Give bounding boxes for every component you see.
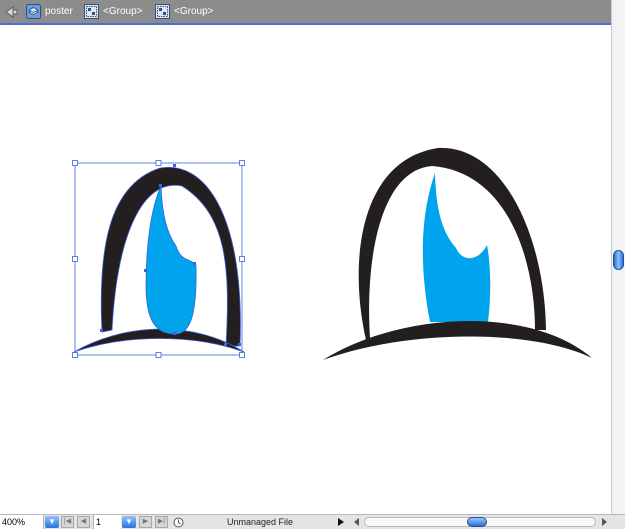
iris-shape[interactable]	[145, 185, 197, 335]
zoom-level-field[interactable]: 400%	[0, 515, 44, 529]
breadcrumb-item-group[interactable]: <Group>	[155, 0, 213, 23]
eye-lid-shape[interactable]	[323, 321, 592, 360]
vertical-scrollbar[interactable]	[611, 0, 625, 514]
breadcrumb: poster <Group> <Group>	[0, 0, 611, 25]
status-text[interactable]: Unmanaged File	[190, 515, 330, 529]
breadcrumb-item-poster[interactable]: poster	[26, 0, 73, 23]
first-page-icon: |◀	[63, 518, 72, 525]
chevron-down-icon: ▼	[48, 517, 56, 526]
previous-page-icon: ◀	[80, 518, 87, 525]
scroll-right-icon[interactable]	[600, 518, 608, 526]
horizontal-scrollbar[interactable]	[352, 515, 611, 529]
layer-stack-icon	[26, 4, 41, 19]
vertical-scroll-thumb[interactable]	[613, 250, 624, 270]
first-artboard-button[interactable]: |◀	[61, 516, 74, 528]
iris-shape[interactable]	[422, 173, 491, 322]
artboard-dropdown-button[interactable]: ▼	[122, 516, 136, 528]
selected-eye-artwork[interactable]	[72, 160, 245, 358]
breadcrumb-label: poster	[45, 6, 73, 17]
status-menu-arrow-icon[interactable]	[337, 517, 345, 527]
breadcrumb-item-group[interactable]: <Group>	[84, 0, 142, 23]
next-page-icon: ▶	[142, 518, 149, 525]
chevron-down-icon: ▼	[125, 517, 133, 526]
zoom-dropdown-button[interactable]: ▼	[45, 516, 59, 528]
last-page-icon: ▶|	[157, 518, 166, 525]
eye-lid-shape[interactable]	[73, 328, 245, 353]
group-icon	[84, 4, 99, 19]
back-arrow-icon[interactable]	[4, 5, 18, 19]
breadcrumb-label: <Group>	[174, 6, 214, 17]
last-artboard-button[interactable]: ▶|	[155, 516, 168, 528]
next-artboard-button[interactable]: ▶	[139, 516, 152, 528]
version-cue-icon[interactable]	[173, 517, 184, 528]
artboard-canvas[interactable]	[0, 25, 611, 514]
group-icon	[155, 4, 170, 19]
status-bar: 400% ▼ |◀ ◀ 1 ▼ ▶ ▶| Unmanaged File	[0, 514, 625, 529]
artwork	[72, 147, 592, 360]
scroll-left-icon[interactable]	[353, 518, 361, 526]
eye-artwork[interactable]	[323, 147, 592, 360]
horizontal-scroll-thumb[interactable]	[467, 517, 487, 527]
breadcrumb-label: <Group>	[103, 6, 143, 17]
previous-artboard-button[interactable]: ◀	[77, 516, 90, 528]
artboard-number-field[interactable]: 1	[93, 515, 121, 529]
